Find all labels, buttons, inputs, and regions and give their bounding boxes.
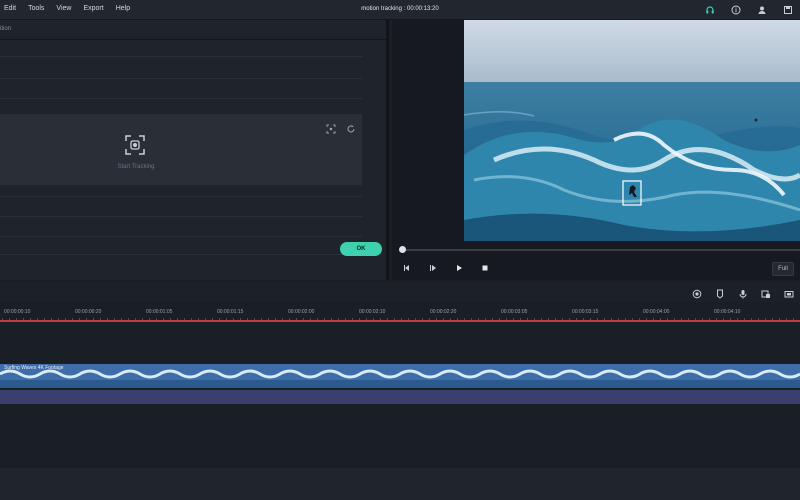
title-bar: Edit Tools View Export Help motion track… (0, 0, 800, 20)
info-icon[interactable] (730, 4, 742, 16)
ruler-time-label: 00:00:00:20 (75, 309, 102, 315)
tracking-area[interactable]: Start Tracking (0, 114, 362, 185)
start-tracking-icon[interactable] (124, 134, 146, 156)
zoom-select[interactable]: Full (772, 262, 794, 276)
timeline-toolbar (0, 282, 800, 302)
save-project-icon[interactable] (782, 4, 794, 16)
reset-icon[interactable] (346, 121, 356, 139)
video-preview[interactable] (464, 20, 800, 241)
divider (0, 216, 362, 217)
ruler-time-label: 00:00:00:10 (4, 309, 31, 315)
preview-panel: Full (392, 20, 800, 280)
motion-tracking-panel: ition Start Tracking (0, 20, 389, 280)
divider (0, 236, 362, 237)
ruler-time-label: 00:00:04:00 (643, 309, 670, 315)
ruler-time-label: 00:00:02:00 (288, 309, 315, 315)
start-tracking-label[interactable]: Start Tracking (100, 164, 172, 170)
window-title: motion tracking : 00:00:13:20 (361, 6, 439, 12)
ruler-time-label: 00:00:03:05 (501, 309, 528, 315)
fit-frame-icon[interactable] (326, 121, 336, 139)
divider (0, 56, 362, 57)
timeline-tracks: Surfing Waves 4K Footage (0, 322, 800, 500)
step-forward-icon[interactable] (428, 263, 438, 273)
headset-icon[interactable] (704, 4, 716, 16)
audio-clip[interactable] (0, 390, 800, 404)
account-icon[interactable] (756, 4, 768, 16)
ruler-time-label: 00:00:04:10 (714, 309, 741, 315)
video-clip[interactable]: Surfing Waves 4K Footage (0, 364, 800, 388)
divider (0, 78, 362, 79)
ruler-time-label: 00:00:01:15 (217, 309, 244, 315)
scrubber-handle[interactable] (399, 246, 406, 253)
stop-icon[interactable] (480, 263, 490, 273)
empty-track[interactable] (0, 468, 800, 500)
divider (0, 98, 362, 99)
ok-button[interactable]: OK (340, 242, 382, 256)
ruler-time-label: 00:00:01:05 (146, 309, 173, 315)
ruler-time-label: 00:00:03:15 (572, 309, 599, 315)
ruler-time-label: 00:00:02:10 (359, 309, 386, 315)
divider (0, 254, 362, 255)
panel-header: ition (0, 20, 386, 40)
preview-scrubber[interactable] (399, 246, 800, 253)
play-icon[interactable] (454, 263, 464, 273)
ruler-time-label: 00:00:02:20 (430, 309, 457, 315)
divider (0, 196, 362, 197)
timeline-ruler[interactable]: 00:00:00:10 00:00:00:20 00:00:01:05 00:0… (0, 302, 800, 322)
prev-frame-icon[interactable] (402, 263, 412, 273)
clip-name: Surfing Waves 4K Footage (4, 365, 64, 371)
